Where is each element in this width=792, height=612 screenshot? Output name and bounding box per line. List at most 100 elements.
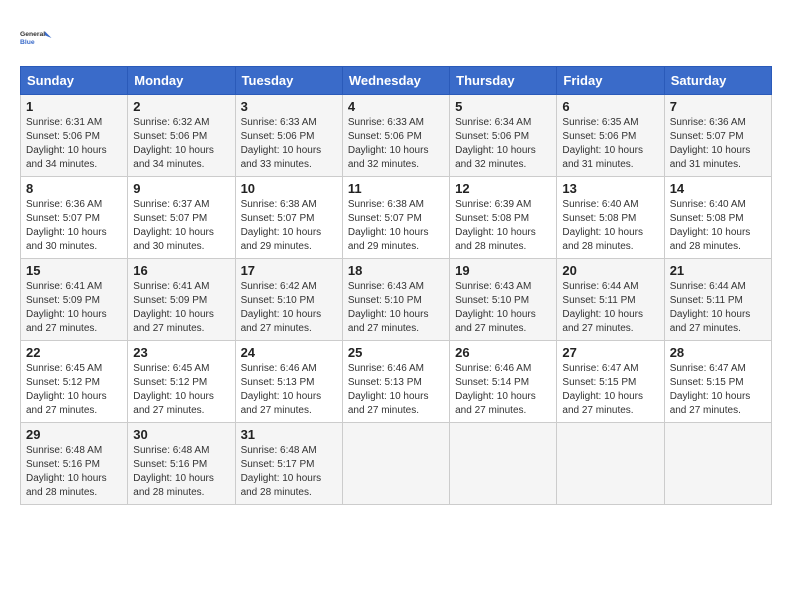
day-info: Sunrise: 6:41 AMSunset: 5:09 PMDaylight:… <box>26 280 122 336</box>
col-header-sunday: Sunday <box>21 67 128 95</box>
calendar-cell: 5 Sunrise: 6:34 AMSunset: 5:06 PMDaylight… <box>450 95 557 177</box>
calendar-cell: 8Sunrise: 6:36 AMSunset: 5:07 PMDaylight… <box>21 177 128 259</box>
day-number: 18 <box>348 263 444 278</box>
day-number: 2 <box>133 99 229 114</box>
calendar-cell: 26 Sunrise: 6:46 AMSunset: 5:14 PMDayligh… <box>450 341 557 423</box>
day-number: 31 <box>241 427 337 442</box>
calendar-cell: 17 Sunrise: 6:42 AMSunset: 5:10 PMDayligh… <box>235 259 342 341</box>
day-number: 12 <box>455 181 551 196</box>
day-info: Sunrise: 6:48 AMSunset: 5:16 PMDaylight:… <box>26 444 122 500</box>
calendar-cell: 11 Sunrise: 6:38 AMSunset: 5:07 PMDayligh… <box>342 177 449 259</box>
calendar-cell: 1 Sunrise: 6:31 AMSunset: 5:06 PMDaylight… <box>21 95 128 177</box>
logo-icon: GeneralBlue <box>20 20 56 56</box>
day-info: Sunrise: 6:43 AMSunset: 5:10 PMDaylight:… <box>348 280 444 336</box>
calendar-week-2: 15 Sunrise: 6:41 AMSunset: 5:09 PMDayligh… <box>21 259 772 341</box>
col-header-friday: Friday <box>557 67 664 95</box>
calendar-cell <box>557 423 664 505</box>
day-info: Sunrise: 6:45 AMSunset: 5:12 PMDaylight:… <box>133 362 229 418</box>
logo: GeneralBlue <box>20 20 56 56</box>
calendar-week-3: 22 Sunrise: 6:45 AMSunset: 5:12 PMDayligh… <box>21 341 772 423</box>
day-info: Sunrise: 6:47 AMSunset: 5:15 PMDaylight:… <box>562 362 658 418</box>
calendar-cell: 31 Sunrise: 6:48 AMSunset: 5:17 PMDayligh… <box>235 423 342 505</box>
day-number: 26 <box>455 345 551 360</box>
col-header-thursday: Thursday <box>450 67 557 95</box>
calendar-week-0: 1 Sunrise: 6:31 AMSunset: 5:06 PMDaylight… <box>21 95 772 177</box>
day-info: Sunrise: 6:36 AMSunset: 5:07 PMDaylight:… <box>26 198 122 254</box>
day-number: 24 <box>241 345 337 360</box>
day-info: Sunrise: 6:38 AMSunset: 5:07 PMDaylight:… <box>241 198 337 254</box>
day-info: Sunrise: 6:46 AMSunset: 5:13 PMDaylight:… <box>348 362 444 418</box>
day-info: Sunrise: 6:44 AMSunset: 5:11 PMDaylight:… <box>562 280 658 336</box>
day-number: 17 <box>241 263 337 278</box>
calendar-cell: 13 Sunrise: 6:40 AMSunset: 5:08 PMDayligh… <box>557 177 664 259</box>
day-number: 16 <box>133 263 229 278</box>
day-number: 23 <box>133 345 229 360</box>
calendar-table: SundayMondayTuesdayWednesdayThursdayFrid… <box>20 66 772 505</box>
page-header: GeneralBlue <box>20 20 772 56</box>
day-info: Sunrise: 6:44 AMSunset: 5:11 PMDaylight:… <box>670 280 766 336</box>
day-number: 11 <box>348 181 444 196</box>
day-info: Sunrise: 6:40 AMSunset: 5:08 PMDaylight:… <box>670 198 766 254</box>
day-info: Sunrise: 6:35 AMSunset: 5:06 PMDaylight:… <box>562 116 658 172</box>
calendar-cell: 27 Sunrise: 6:47 AMSunset: 5:15 PMDayligh… <box>557 341 664 423</box>
day-info: Sunrise: 6:33 AMSunset: 5:06 PMDaylight:… <box>348 116 444 172</box>
calendar-cell: 2 Sunrise: 6:32 AMSunset: 5:06 PMDaylight… <box>128 95 235 177</box>
day-info: Sunrise: 6:38 AMSunset: 5:07 PMDaylight:… <box>348 198 444 254</box>
day-info: Sunrise: 6:45 AMSunset: 5:12 PMDaylight:… <box>26 362 122 418</box>
day-info: Sunrise: 6:33 AMSunset: 5:06 PMDaylight:… <box>241 116 337 172</box>
calendar-cell: 6 Sunrise: 6:35 AMSunset: 5:06 PMDaylight… <box>557 95 664 177</box>
day-info: Sunrise: 6:47 AMSunset: 5:15 PMDaylight:… <box>670 362 766 418</box>
calendar-cell: 4 Sunrise: 6:33 AMSunset: 5:06 PMDaylight… <box>342 95 449 177</box>
calendar-cell: 18 Sunrise: 6:43 AMSunset: 5:10 PMDayligh… <box>342 259 449 341</box>
day-info: Sunrise: 6:34 AMSunset: 5:06 PMDaylight:… <box>455 116 551 172</box>
calendar-cell: 14 Sunrise: 6:40 AMSunset: 5:08 PMDayligh… <box>664 177 771 259</box>
day-number: 5 <box>455 99 551 114</box>
svg-text:Blue: Blue <box>20 39 35 46</box>
calendar-cell: 29Sunrise: 6:48 AMSunset: 5:16 PMDayligh… <box>21 423 128 505</box>
day-number: 30 <box>133 427 229 442</box>
day-number: 10 <box>241 181 337 196</box>
calendar-cell: 9 Sunrise: 6:37 AMSunset: 5:07 PMDaylight… <box>128 177 235 259</box>
calendar-cell: 23 Sunrise: 6:45 AMSunset: 5:12 PMDayligh… <box>128 341 235 423</box>
day-info: Sunrise: 6:37 AMSunset: 5:07 PMDaylight:… <box>133 198 229 254</box>
col-header-saturday: Saturday <box>664 67 771 95</box>
day-number: 28 <box>670 345 766 360</box>
day-number: 3 <box>241 99 337 114</box>
day-number: 9 <box>133 181 229 196</box>
calendar-cell <box>664 423 771 505</box>
calendar-cell: 10 Sunrise: 6:38 AMSunset: 5:07 PMDayligh… <box>235 177 342 259</box>
day-number: 13 <box>562 181 658 196</box>
day-number: 4 <box>348 99 444 114</box>
day-number: 1 <box>26 99 122 114</box>
day-info: Sunrise: 6:41 AMSunset: 5:09 PMDaylight:… <box>133 280 229 336</box>
day-info: Sunrise: 6:36 AMSunset: 5:07 PMDaylight:… <box>670 116 766 172</box>
day-info: Sunrise: 6:42 AMSunset: 5:10 PMDaylight:… <box>241 280 337 336</box>
calendar-cell: 28 Sunrise: 6:47 AMSunset: 5:15 PMDayligh… <box>664 341 771 423</box>
day-number: 27 <box>562 345 658 360</box>
calendar-week-4: 29Sunrise: 6:48 AMSunset: 5:16 PMDayligh… <box>21 423 772 505</box>
day-number: 20 <box>562 263 658 278</box>
day-number: 14 <box>670 181 766 196</box>
col-header-tuesday: Tuesday <box>235 67 342 95</box>
calendar-cell: 21Sunrise: 6:44 AMSunset: 5:11 PMDayligh… <box>664 259 771 341</box>
day-info: Sunrise: 6:46 AMSunset: 5:14 PMDaylight:… <box>455 362 551 418</box>
calendar-cell: 22 Sunrise: 6:45 AMSunset: 5:12 PMDayligh… <box>21 341 128 423</box>
day-info: Sunrise: 6:43 AMSunset: 5:10 PMDaylight:… <box>455 280 551 336</box>
day-number: 22 <box>26 345 122 360</box>
day-info: Sunrise: 6:48 AMSunset: 5:16 PMDaylight:… <box>133 444 229 500</box>
day-info: Sunrise: 6:31 AMSunset: 5:06 PMDaylight:… <box>26 116 122 172</box>
calendar-cell: 30 Sunrise: 6:48 AMSunset: 5:16 PMDayligh… <box>128 423 235 505</box>
day-number: 6 <box>562 99 658 114</box>
day-info: Sunrise: 6:32 AMSunset: 5:06 PMDaylight:… <box>133 116 229 172</box>
day-info: Sunrise: 6:48 AMSunset: 5:17 PMDaylight:… <box>241 444 337 500</box>
calendar-cell: 12Sunrise: 6:39 AMSunset: 5:08 PMDayligh… <box>450 177 557 259</box>
svg-text:General: General <box>20 31 45 38</box>
day-number: 25 <box>348 345 444 360</box>
day-info: Sunrise: 6:46 AMSunset: 5:13 PMDaylight:… <box>241 362 337 418</box>
day-info: Sunrise: 6:40 AMSunset: 5:08 PMDaylight:… <box>562 198 658 254</box>
calendar-cell <box>342 423 449 505</box>
day-number: 15 <box>26 263 122 278</box>
calendar-cell: 15 Sunrise: 6:41 AMSunset: 5:09 PMDayligh… <box>21 259 128 341</box>
calendar-cell: 16 Sunrise: 6:41 AMSunset: 5:09 PMDayligh… <box>128 259 235 341</box>
col-header-monday: Monday <box>128 67 235 95</box>
